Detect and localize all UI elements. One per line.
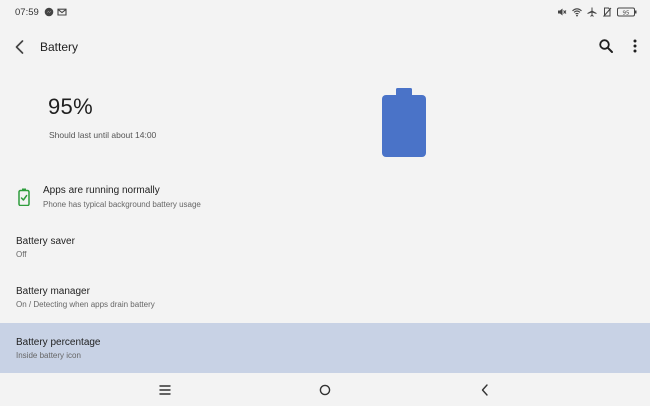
arrow-back-icon[interactable] bbox=[10, 37, 30, 57]
apps-status-row: Apps are running normally Phone has typi… bbox=[0, 180, 650, 214]
battery-saver-status: Off bbox=[16, 250, 27, 259]
battery-manager-title: Battery manager bbox=[16, 286, 90, 297]
airplane-mode-icon bbox=[587, 7, 597, 17]
battery-level-graphic bbox=[382, 88, 426, 157]
page-title: Battery bbox=[40, 40, 79, 54]
recents-icon[interactable] bbox=[158, 383, 172, 397]
battery-manager-row[interactable]: Battery manager On / Detecting when apps… bbox=[0, 281, 650, 315]
home-icon[interactable] bbox=[318, 383, 332, 397]
battery-percentage-title: Battery percentage bbox=[16, 337, 101, 348]
status-notification-icons bbox=[44, 7, 67, 17]
battery-saver-title: Battery saver bbox=[16, 236, 75, 247]
battery-saver-row[interactable]: Battery saver Off bbox=[0, 231, 650, 265]
battery-estimate: Should last until about 14:00 bbox=[49, 130, 157, 140]
battery-percent: 95% bbox=[48, 94, 93, 119]
apps-status-subtitle: Phone has typical background battery usa… bbox=[43, 200, 201, 209]
gmail-icon bbox=[57, 8, 67, 16]
wifi-icon bbox=[572, 8, 582, 17]
navigation-bar bbox=[0, 373, 650, 406]
app-bar: Battery bbox=[0, 30, 650, 64]
status-bar: 07:59 95 bbox=[0, 0, 650, 26]
status-time: 07:59 bbox=[15, 7, 39, 18]
more-vertical-icon[interactable] bbox=[627, 37, 643, 55]
battery-percentage-row[interactable]: Battery percentage Inside battery icon bbox=[0, 323, 650, 373]
messenger-icon bbox=[44, 7, 54, 17]
nav-back-icon[interactable] bbox=[478, 383, 492, 397]
status-system-icons: 95 bbox=[557, 7, 637, 17]
battery-ok-icon bbox=[18, 188, 30, 206]
status-battery-level: 95 bbox=[623, 10, 630, 16]
battery-percentage-status: Inside battery icon bbox=[16, 351, 81, 360]
battery-manager-status: On / Detecting when apps drain battery bbox=[16, 300, 155, 309]
search-icon[interactable] bbox=[598, 38, 614, 54]
apps-status-title: Apps are running normally bbox=[43, 185, 160, 196]
no-sim-icon bbox=[603, 7, 612, 17]
status-battery-icon: 95 bbox=[617, 7, 637, 17]
mute-icon bbox=[558, 8, 567, 16]
